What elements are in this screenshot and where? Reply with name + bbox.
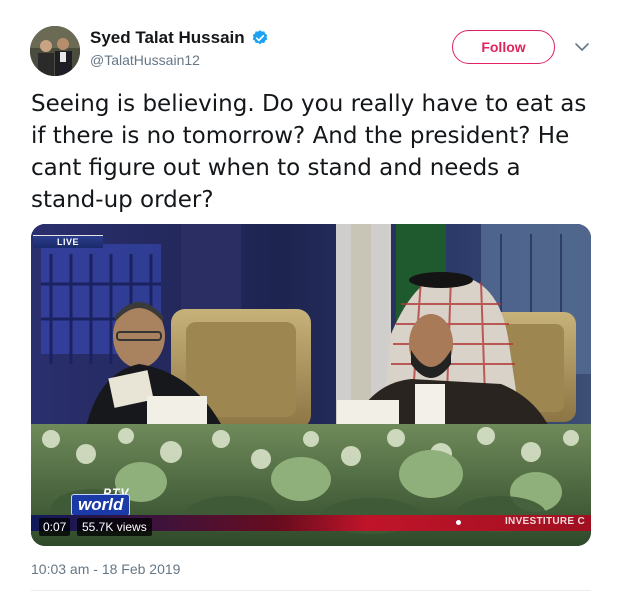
divider <box>31 590 591 591</box>
chevron-down-icon[interactable] <box>573 40 591 54</box>
avatar-photo <box>30 26 80 76</box>
live-badge: LIVE <box>33 235 103 248</box>
ticker-text: INVESTITURE C <box>504 516 585 527</box>
video-player[interactable]: LIVE PTV world INVESTITURE C 0:07 55.7K … <box>31 224 591 546</box>
video-views: 55.7K views <box>77 518 152 536</box>
channel-name: world <box>71 494 131 516</box>
tweet-timestamp[interactable]: 10:03 am - 18 Feb 2019 <box>31 561 180 577</box>
avatar[interactable] <box>30 26 80 76</box>
author-handle[interactable]: @TalatHussain12 <box>90 52 269 68</box>
author-display-name[interactable]: Syed Talat Hussain <box>90 28 245 48</box>
tweet-header: Syed Talat Hussain @TalatHussain12 Follo… <box>0 0 625 80</box>
ticker-dot-icon <box>456 520 461 525</box>
author-block: Syed Talat Hussain @TalatHussain12 <box>90 27 269 68</box>
channel-logo: PTV world <box>61 486 181 518</box>
video-duration: 0:07 <box>39 518 71 536</box>
verified-badge-icon <box>251 29 269 47</box>
tweet-text: Seeing is believing. Do you really have … <box>31 91 587 213</box>
follow-button[interactable]: Follow <box>452 30 555 64</box>
